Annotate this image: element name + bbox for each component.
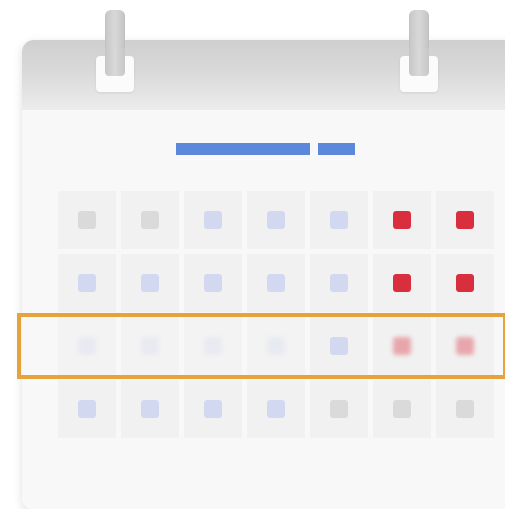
calendar-day-marker [330,274,348,292]
calendar-day-cell [373,191,431,249]
calendar-day-marker [456,211,474,229]
calendar-day-marker [456,400,474,418]
right-ring-base [400,48,438,92]
left-binder-ring-icon [96,10,134,92]
calendar-day-cell [184,191,242,249]
calendar-day-marker [78,211,96,229]
calendar-day-cell [247,191,305,249]
calendar-day-cell [436,191,494,249]
calendar-day-cell [310,191,368,249]
calendar-day-cell [373,254,431,312]
calendar-day-marker [330,211,348,229]
calendar-day-marker [204,211,222,229]
calendar-day-cell [310,380,368,438]
calendar-day-cell [184,380,242,438]
calendar-day-cell [436,380,494,438]
calendar-day-marker [267,400,285,418]
calendar-day-marker [393,274,411,292]
calendar-day-marker [204,274,222,292]
left-ring-base [96,48,134,92]
calendar-day-marker [204,400,222,418]
calendar-day-cell [121,380,179,438]
calendar-day-marker [78,274,96,292]
calendar-day-cell [247,254,305,312]
calendar-day-marker [330,400,348,418]
calendar-day-marker [267,274,285,292]
calendar-day-cell [121,254,179,312]
calendar-day-marker [141,400,159,418]
month-title-placeholder [176,143,310,155]
calendar-day-cell [247,380,305,438]
year-title-placeholder [318,143,355,155]
calendar-day-cell [58,254,116,312]
calendar-day-marker [393,211,411,229]
calendar-day-cell [58,191,116,249]
calendar-illustration [0,0,505,509]
calendar-day-cell [436,254,494,312]
calendar-day-marker [78,400,96,418]
calendar-day-cell [184,254,242,312]
calendar-day-marker [141,274,159,292]
calendar-day-marker [456,274,474,292]
calendar-day-cell [58,380,116,438]
calendar-day-cell [373,380,431,438]
right-binder-ring-icon [400,10,438,92]
calendar-day-marker [141,211,159,229]
calendar-day-cell [310,254,368,312]
calendar-day-marker [267,211,285,229]
calendar-day-cell [121,191,179,249]
calendar-day-marker [393,400,411,418]
highlighted-week-frame [17,313,505,379]
